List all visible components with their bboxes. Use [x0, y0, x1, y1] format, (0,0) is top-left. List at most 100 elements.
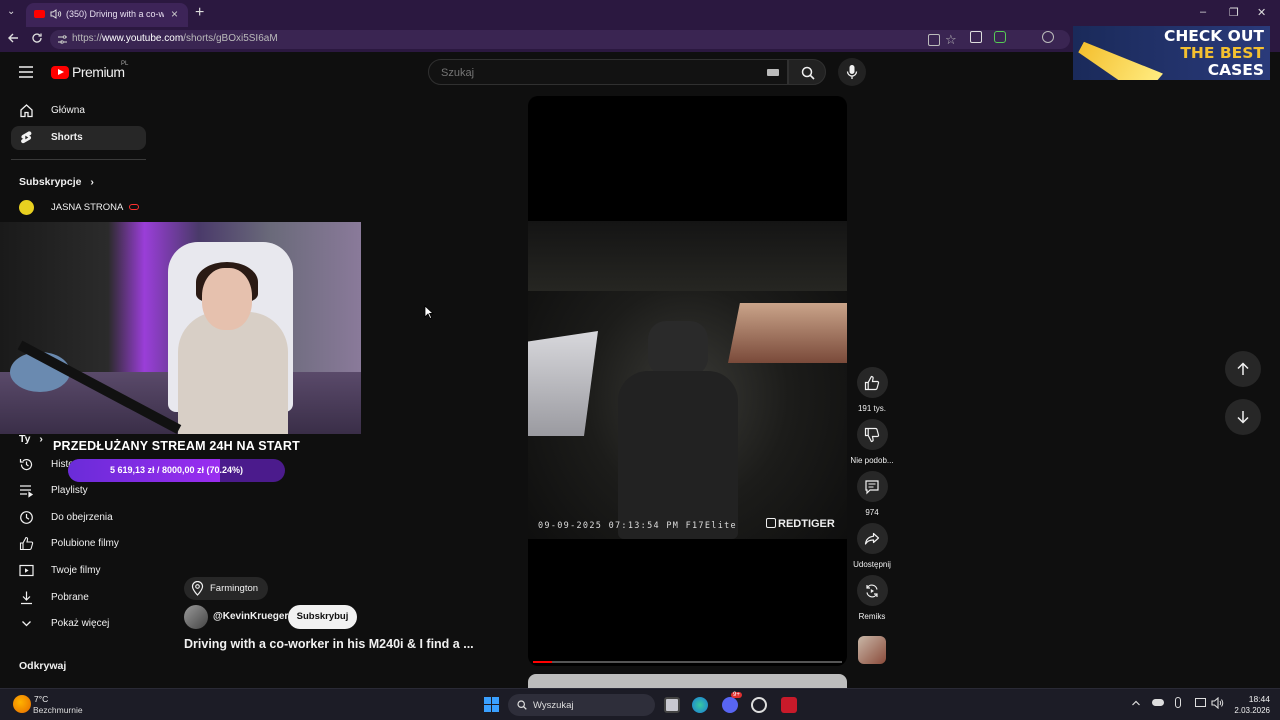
windows-start-icon[interactable] [484, 697, 500, 713]
comments-button-circle [856, 471, 888, 502]
home-icon [19, 103, 34, 118]
microphone-tray-icon[interactable] [1175, 697, 1181, 708]
search-box[interactable] [428, 59, 788, 85]
back-arrow-icon[interactable] [7, 32, 19, 44]
sidebar-item-your-videos[interactable]: Twoje filmy [11, 559, 146, 583]
short-title[interactable]: Driving with a co-worker in his M240i & … [184, 637, 474, 651]
tab-close-icon[interactable]: × [171, 7, 178, 21]
close-window-button[interactable]: ✕ [1257, 6, 1266, 19]
ad-line-1: CHECK OUT [1163, 27, 1264, 45]
browser-tab[interactable]: (350) Driving with a co-worker in his M2… [26, 3, 188, 27]
channel-avatar [19, 200, 34, 215]
extension-green-icon[interactable] [994, 31, 1006, 43]
your-videos-icon [19, 563, 34, 578]
channel-handle[interactable]: @KevinKrueger1 [213, 611, 294, 622]
reload-icon[interactable] [31, 32, 43, 44]
sidebar-item-playlists[interactable]: Playlisty [11, 479, 146, 503]
sidebar-item-label: Do obejrzenia [51, 512, 113, 523]
sidebar-item-liked[interactable]: Polubione filmy [11, 532, 146, 556]
clock-date[interactable]: 2.03.2026 [1224, 706, 1270, 715]
dashcam-brand-watermark: REDTIGER [766, 518, 835, 530]
shorts-player[interactable]: 09-09-2025 07:13:54 PM F17Elite REDTIGER [528, 96, 847, 666]
subscribe-button[interactable]: Subskrybuj [288, 605, 357, 629]
like-button[interactable]: 191 tys. [849, 367, 895, 413]
weather-temperature[interactable]: 7°C [34, 694, 48, 704]
url-path: /shorts/gBOxi5SI6aM [183, 33, 278, 44]
sidebar-item-watch-later[interactable]: Do obejrzenia [11, 506, 146, 530]
steam-icon[interactable] [751, 697, 767, 713]
app-a-icon[interactable] [781, 697, 797, 713]
clock-time[interactable]: 18:44 [1232, 694, 1270, 704]
remix-button-circle [856, 575, 888, 606]
extension-puzzle-icon[interactable] [1042, 31, 1054, 43]
extension-icon[interactable] [970, 31, 982, 43]
subscriptions-heading[interactable]: Subskrypcje › [19, 176, 94, 188]
logo-text: Premium [72, 64, 125, 80]
sidebar-item-show-more[interactable]: Pokaż więcej [11, 612, 146, 636]
share-button[interactable]: Udostępnij [849, 523, 895, 569]
share-label: Udostępnij [853, 560, 891, 569]
new-tab-button[interactable]: + [195, 4, 204, 22]
url-prefix: https:// [72, 33, 103, 44]
dashcam-timestamp: 09-09-2025 07:13:54 PM F17Elite [538, 521, 737, 531]
site-info-icon[interactable] [57, 34, 68, 45]
edge-browser-icon[interactable] [692, 697, 708, 713]
voice-search-button[interactable] [838, 58, 866, 86]
network-icon[interactable] [1195, 698, 1206, 707]
weather-condition[interactable]: Bezchmurnie [33, 705, 83, 715]
you-heading[interactable]: Ty › [19, 433, 43, 445]
sidebar-item-label: Polubione filmy [51, 538, 119, 549]
like-button-circle [856, 367, 888, 398]
volume-icon[interactable] [1211, 697, 1224, 709]
restore-button[interactable]: ❐ [1229, 6, 1239, 19]
liked-icon [19, 536, 34, 551]
tab-list-chevron-icon[interactable]: ⌄ [7, 6, 15, 17]
minimize-button[interactable]: – [1200, 6, 1206, 18]
video-frame: 09-09-2025 07:13:54 PM F17Elite REDTIGER [528, 221, 847, 539]
ad-line-2: THE BEST [1180, 44, 1264, 62]
hamburger-menu-icon[interactable] [19, 66, 33, 78]
next-short-preview [528, 674, 847, 688]
bookmark-star-icon[interactable]: ☆ [945, 32, 957, 48]
channel-avatar[interactable] [184, 605, 208, 629]
sidebar-item-home[interactable]: Główna [11, 99, 146, 123]
sidebar-item-label: Shorts [51, 132, 83, 143]
download-icon [19, 590, 34, 605]
address-bar[interactable]: https://www.youtube.com/shorts/gBOxi5SI6… [50, 30, 1070, 49]
onedrive-icon[interactable] [1152, 699, 1164, 706]
explore-heading: Odkrywaj [19, 660, 67, 672]
chevron-right-icon: › [39, 433, 43, 445]
dislike-button[interactable]: Nie podob... [849, 419, 895, 465]
webcam-person-face [202, 268, 252, 330]
keyboard-icon[interactable] [767, 69, 779, 76]
location-pin-icon [191, 581, 204, 596]
video-progress-bar[interactable] [533, 661, 842, 663]
file-explorer-icon[interactable] [664, 697, 680, 713]
mouse-cursor-icon [424, 305, 434, 319]
car-headrest [648, 321, 708, 376]
speaker-icon[interactable] [50, 8, 62, 20]
install-app-icon[interactable] [928, 34, 940, 46]
dislike-label: Nie podob... [850, 456, 894, 465]
sidebar-item-label: Playlisty [51, 485, 88, 496]
previous-short-button[interactable] [1225, 351, 1261, 387]
ad-line-3: CASES [1207, 61, 1264, 79]
sidebar-item-label: Główna [51, 105, 85, 116]
tray-chevron-up-icon[interactable] [1131, 698, 1141, 708]
comments-button[interactable]: 974 [849, 471, 895, 517]
subscription-jasna-strona[interactable]: JASNA STRONA [11, 196, 146, 220]
subscriptions-heading-text: Subskrypcje [19, 176, 82, 188]
sidebar-item-shorts[interactable]: Shorts [11, 126, 146, 150]
chevron-down-icon [19, 616, 34, 631]
audio-source-thumbnail[interactable] [858, 636, 886, 664]
remix-button[interactable]: Remiks [849, 575, 895, 621]
discord-icon[interactable] [722, 697, 738, 713]
taskbar-search[interactable]: Wyszukaj [508, 694, 655, 716]
webcam-person-body [178, 312, 288, 434]
next-short-button[interactable] [1225, 399, 1261, 435]
weather-moon-icon[interactable] [13, 695, 31, 713]
search-input[interactable] [439, 66, 739, 80]
sidebar-item-downloads[interactable]: Pobrane [11, 586, 146, 610]
search-button[interactable] [788, 59, 826, 85]
location-chip[interactable]: Farmington [184, 577, 268, 600]
